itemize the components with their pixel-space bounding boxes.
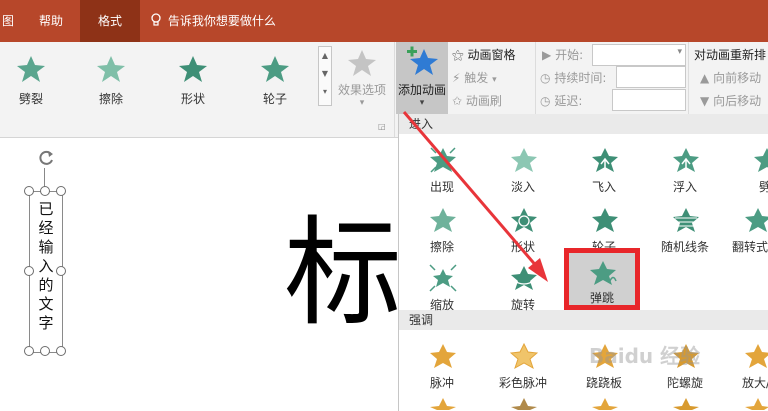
- red-arrow-annotation: [402, 111, 548, 282]
